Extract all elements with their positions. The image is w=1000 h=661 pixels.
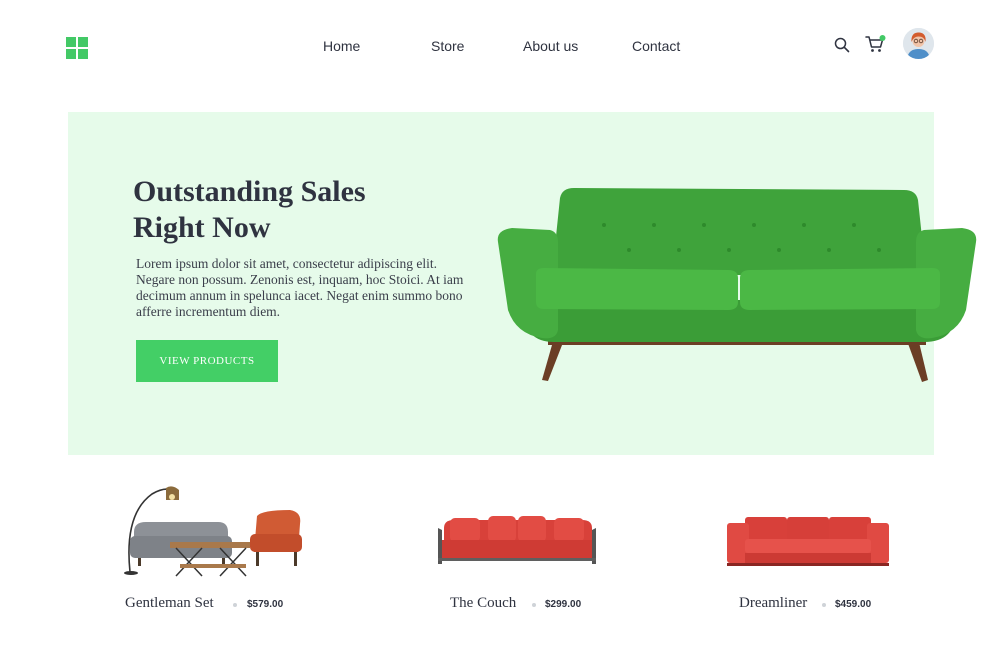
logo-square (66, 49, 76, 59)
cart-badge (879, 35, 886, 41)
user-avatar[interactable] (903, 28, 934, 59)
product-name: The Couch (450, 595, 517, 611)
logo-square (78, 49, 88, 59)
product-price: $299.00 (545, 599, 582, 610)
product-price: $459.00 (835, 599, 872, 610)
nav-store[interactable]: Store (431, 38, 464, 54)
dreamliner-image (725, 515, 891, 572)
hero-title-line2: Right Now (133, 211, 271, 244)
separator-dot (233, 603, 237, 607)
cart-icon[interactable] (865, 34, 887, 59)
product-price: $579.00 (247, 599, 284, 610)
view-products-button[interactable]: VIEW PRODUCTS (136, 340, 278, 382)
the-couch-image (436, 514, 598, 577)
green-sofa-image (494, 180, 980, 395)
search-icon[interactable] (834, 37, 850, 58)
nav-about-us[interactable]: About us (523, 38, 578, 54)
hero-description: Lorem ipsum dolor sit amet, consectetur … (136, 256, 464, 319)
product-name: Dreamliner (739, 595, 808, 611)
nav-contact[interactable]: Contact (632, 38, 680, 54)
logo-square (78, 37, 88, 47)
logo-icon[interactable] (66, 37, 88, 59)
hero-title: Outstanding Sales Right Now (133, 174, 453, 246)
gentleman-set-image (122, 484, 312, 584)
separator-dot (532, 603, 536, 607)
separator-dot (822, 603, 826, 607)
hero-title-line1: Outstanding Sales (133, 175, 366, 208)
logo-square (66, 37, 76, 47)
product-name: Gentleman Set (125, 595, 214, 611)
nav-home[interactable]: Home (323, 38, 360, 54)
